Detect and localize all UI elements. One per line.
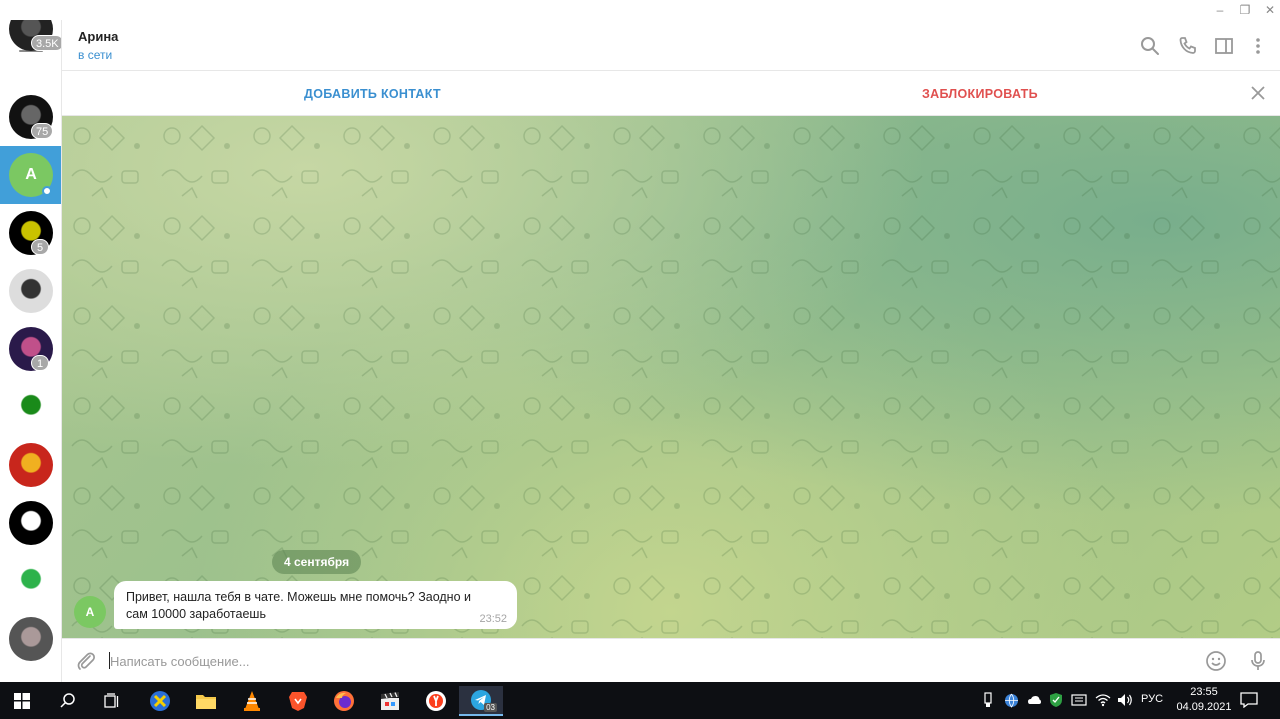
taskbar-clock[interactable]: 23:55 04.09.2021 xyxy=(1174,685,1234,715)
sidebar-toggle-icon[interactable] xyxy=(1212,34,1236,58)
wifi-icon[interactable] xyxy=(1095,693,1111,707)
brave-icon xyxy=(289,692,307,711)
windows-taskbar: 03 РУС 23:55 04.09.2021 xyxy=(0,682,1280,719)
task-view-button[interactable] xyxy=(92,686,132,716)
message-bubble[interactable]: Привет, нашла тебя в чате. Можешь мне по… xyxy=(114,581,517,629)
search-taskbar-button[interactable] xyxy=(48,686,88,716)
unread-badge: 3.5K xyxy=(31,35,61,51)
unread-badge: 5 xyxy=(31,239,49,255)
attach-icon[interactable] xyxy=(74,649,98,673)
volume-icon[interactable] xyxy=(1117,693,1133,707)
start-button[interactable] xyxy=(2,686,42,716)
folder-icon xyxy=(196,695,216,709)
chat-history[interactable]: 4 сентября A Привет, нашла тебя в чате. … xyxy=(62,116,1280,638)
online-indicator xyxy=(42,186,52,196)
more-options-icon[interactable] xyxy=(1246,34,1270,58)
message-time: 23:52 xyxy=(479,613,507,625)
date-separator: 4 сентября xyxy=(272,550,362,574)
clock-date: 04.09.2021 xyxy=(1176,701,1232,713)
block-button[interactable]: ЗАБЛОКИРОВАТЬ xyxy=(922,87,1038,101)
unread-badge: 75 xyxy=(31,123,54,139)
cloud-sync-icon[interactable] xyxy=(1027,693,1042,708)
chat-avatar[interactable] xyxy=(9,559,53,603)
taskbar-app-explorer[interactable] xyxy=(186,686,226,716)
emoji-icon[interactable] xyxy=(1204,649,1228,673)
taskbar-app-video-editor[interactable] xyxy=(370,686,410,716)
microphone-icon[interactable] xyxy=(1246,649,1270,673)
windows-logo-icon xyxy=(14,693,30,709)
network-globe-icon[interactable] xyxy=(1004,693,1019,708)
message-text: Привет, нашла тебя в чате. Можешь мне по… xyxy=(126,590,471,621)
taskbar-app-telegram[interactable]: 03 xyxy=(459,686,503,716)
phone-icon[interactable] xyxy=(1176,34,1200,58)
message-input[interactable] xyxy=(110,649,1190,673)
restore-icon[interactable]: ❐ xyxy=(1233,2,1257,18)
taskbar-app-yandex[interactable] xyxy=(416,686,456,716)
chat-avatar[interactable] xyxy=(9,501,53,545)
peer-status: в сети xyxy=(78,48,113,62)
yandex-browser-icon xyxy=(426,691,446,711)
notifications-icon[interactable] xyxy=(1240,692,1258,708)
peer-name[interactable]: Арина xyxy=(78,29,118,44)
window-titlebar: – ❐ ✕ xyxy=(0,0,1280,20)
chat-avatar[interactable] xyxy=(9,269,53,313)
unread-badge: 1 xyxy=(31,355,49,371)
chat-header: Арина в сети xyxy=(62,20,1280,71)
chat-avatar[interactable] xyxy=(9,617,53,661)
taskbar-app-vlc[interactable] xyxy=(232,686,272,716)
close-icon[interactable] xyxy=(1248,83,1268,103)
sender-avatar[interactable]: A xyxy=(74,596,106,628)
chat-list-sidebar: 3.5K 75 A 5 1 xyxy=(0,20,62,682)
telegram-unread-badge: 03 xyxy=(484,703,497,712)
clapperboard-icon xyxy=(381,692,399,710)
close-window-icon[interactable]: ✕ xyxy=(1258,2,1280,18)
minimize-icon[interactable]: – xyxy=(1208,2,1232,18)
defender-shield-icon[interactable] xyxy=(1049,692,1063,708)
firefox-icon xyxy=(334,691,354,711)
input-language[interactable]: РУС xyxy=(1141,693,1163,705)
contact-action-bar: ДОБАВИТЬ КОНТАКТ ЗАБЛОКИРОВАТЬ xyxy=(62,71,1280,116)
taskbar-app-brave[interactable] xyxy=(278,686,318,716)
search-taskbar-icon xyxy=(60,693,75,708)
usb-device-icon[interactable] xyxy=(983,692,993,708)
chat-avatar[interactable] xyxy=(9,385,53,429)
message-composer xyxy=(62,638,1280,682)
chat-background-pattern xyxy=(62,116,1280,638)
search-icon[interactable] xyxy=(1138,34,1162,58)
xnview-icon xyxy=(150,691,170,711)
taskbar-app-firefox[interactable] xyxy=(324,686,364,716)
chat-avatar[interactable] xyxy=(9,443,53,487)
clock-time: 23:55 xyxy=(1190,686,1218,698)
add-contact-button[interactable]: ДОБАВИТЬ КОНТАКТ xyxy=(304,87,441,101)
taskbar-app-xnview[interactable] xyxy=(140,686,180,716)
task-view-icon xyxy=(104,693,119,708)
vlc-icon xyxy=(244,691,260,711)
keyboard-tray-icon[interactable] xyxy=(1071,693,1087,707)
